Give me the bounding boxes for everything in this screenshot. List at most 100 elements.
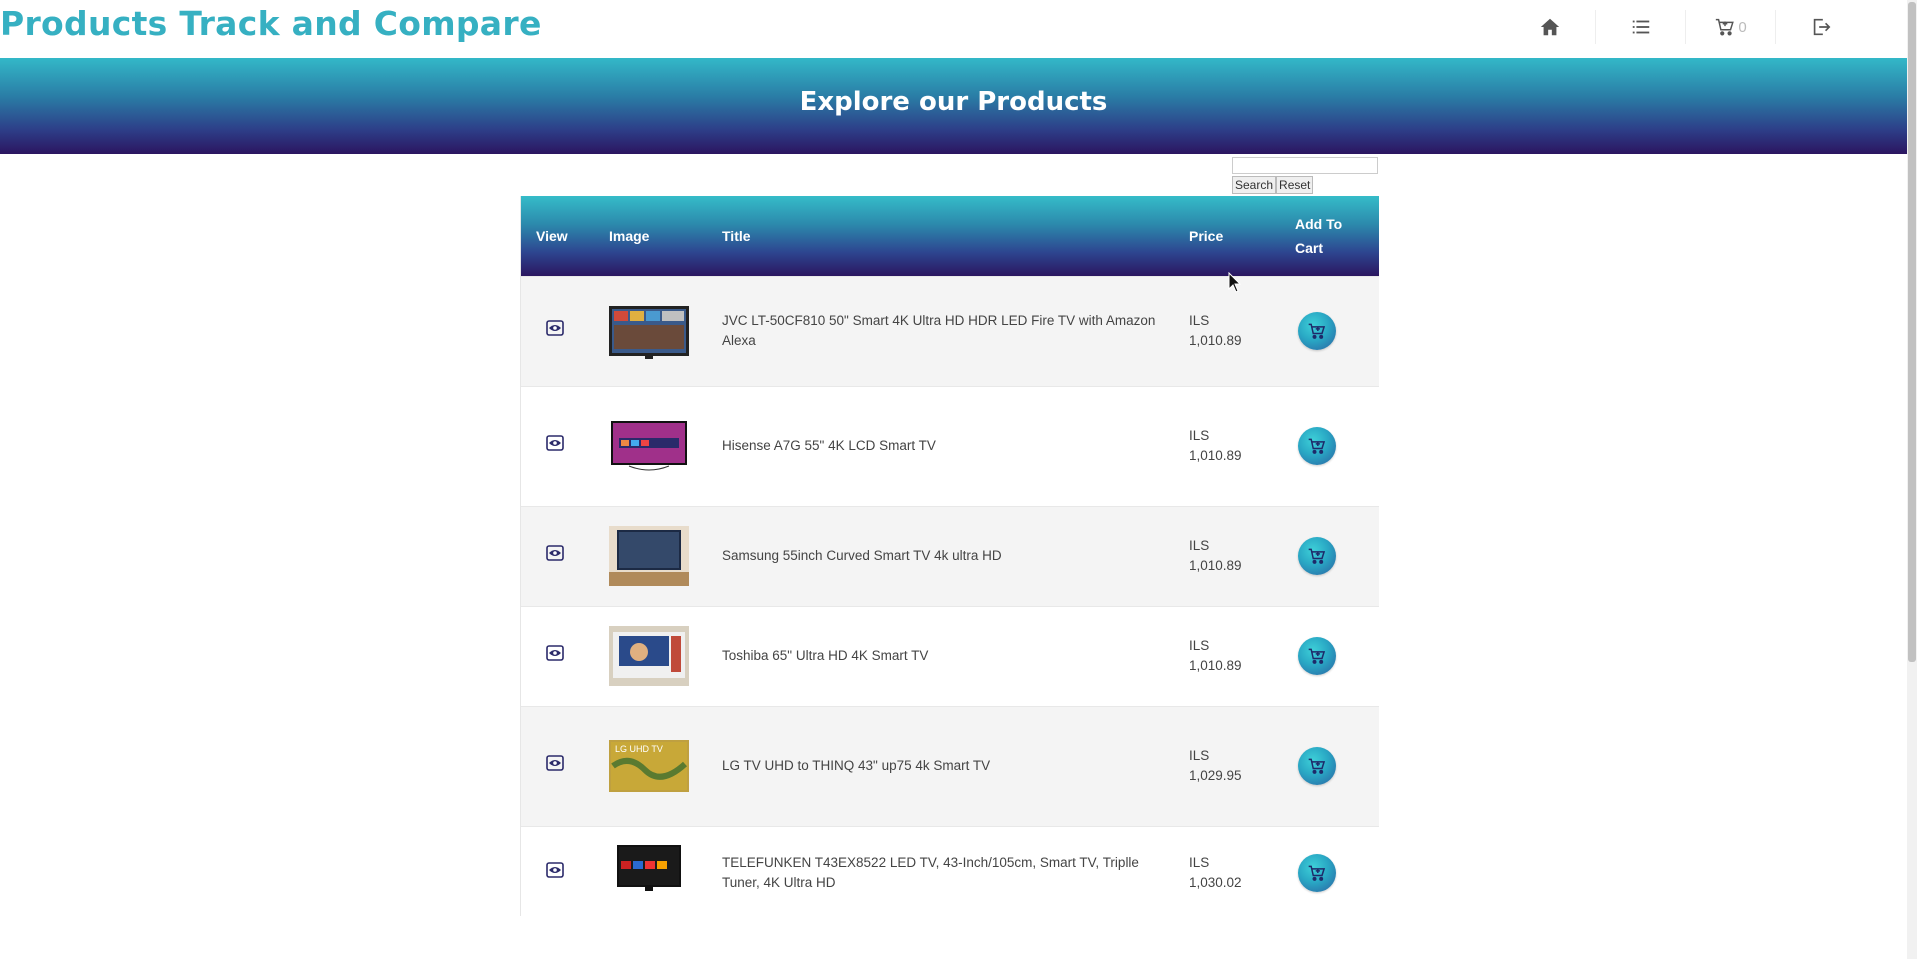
view-cell	[521, 706, 609, 826]
add-to-cart-cell	[1295, 606, 1379, 706]
price-currency: ILS	[1189, 313, 1210, 328]
header-add-to-cart: Add To Cart	[1295, 196, 1379, 276]
view-eye-icon[interactable]	[546, 862, 564, 879]
add-cart-icon	[1308, 648, 1326, 664]
product-image	[609, 626, 689, 686]
add-cart-icon	[1308, 865, 1326, 882]
header-image: Image	[609, 227, 650, 244]
price-currency: ILS	[1189, 538, 1210, 553]
view-eye-icon[interactable]	[546, 645, 564, 661]
image-cell: LG UHD TV	[609, 706, 722, 826]
scrollbar-thumb[interactable]	[1908, 2, 1916, 662]
image-cell	[609, 386, 722, 506]
view-eye-icon[interactable]	[546, 545, 564, 561]
header-cart-line2: Cart	[1295, 239, 1324, 256]
add-to-cart-button[interactable]	[1298, 637, 1336, 675]
product-title: TELEFUNKEN T43EX8522 LED TV, 43-Inch/105…	[722, 855, 1139, 891]
product-image	[617, 845, 681, 892]
table-row: Hisense A7G 55" 4K LCD Smart TV ILS 1,010…	[521, 386, 1379, 506]
add-cart-icon	[1308, 323, 1326, 339]
product-image	[609, 306, 689, 359]
product-title: LG TV UHD to THINQ 43" up75 4k Smart TV	[722, 758, 991, 773]
nav-icons: 0	[1505, 10, 1865, 44]
image-cell	[609, 506, 722, 606]
product-image	[609, 526, 689, 586]
image-cell	[609, 826, 722, 920]
add-to-cart-button[interactable]	[1298, 854, 1336, 893]
table-row: LG UHD TV LG TV UHD to THINQ 43" up75 4k…	[521, 706, 1379, 826]
view-cell	[521, 276, 609, 386]
product-title: Samsung 55inch Curved Smart TV 4k ultra …	[722, 548, 1002, 563]
image-cell	[609, 276, 722, 386]
add-to-cart-button[interactable]	[1298, 312, 1336, 350]
add-cart-icon	[1308, 758, 1326, 774]
reset-button[interactable]: Reset	[1276, 175, 1314, 194]
page-scrollbar[interactable]	[1907, 0, 1917, 959]
price-currency: ILS	[1189, 428, 1210, 443]
price-cell: ILS 1,010.89	[1189, 386, 1295, 506]
price-cell: ILS 1,029.95	[1189, 706, 1295, 826]
add-to-cart-button[interactable]	[1298, 427, 1336, 465]
hero-banner: Explore our Products	[0, 58, 1907, 154]
mouse-cursor-icon	[1228, 272, 1242, 293]
price-currency: ILS	[1189, 748, 1210, 763]
price-value: 1,029.95	[1189, 768, 1242, 783]
search-input[interactable]	[1232, 156, 1378, 174]
add-to-cart-button[interactable]	[1298, 537, 1336, 575]
price-cell: ILS 1,030.02	[1189, 826, 1295, 920]
header-title: Title	[722, 227, 751, 244]
products-table: View Image Title Price Add To Cart JVC LT…	[520, 196, 1379, 920]
view-eye-icon[interactable]	[546, 435, 564, 451]
cart-icon	[1716, 18, 1735, 36]
brand-title[interactable]: Products Track and Compare	[0, 4, 542, 43]
search-bar: Search Reset	[1232, 155, 1378, 194]
view-cell	[521, 386, 609, 506]
cart-count: 0	[1738, 18, 1747, 36]
price-currency: ILS	[1189, 855, 1210, 871]
page-title: Explore our Products	[799, 87, 1108, 117]
price-value: 1,030.02	[1189, 875, 1242, 891]
price-value: 1,010.89	[1189, 333, 1242, 348]
logout-icon[interactable]	[1775, 10, 1865, 44]
image-cell	[609, 606, 722, 706]
add-cart-icon	[1308, 548, 1326, 564]
view-cell	[521, 506, 609, 606]
table-row: Samsung 55inch Curved Smart TV 4k ultra …	[521, 506, 1379, 606]
add-to-cart-button[interactable]	[1298, 747, 1336, 785]
price-value: 1,010.89	[1189, 558, 1242, 573]
price-cell: ILS 1,010.89	[1189, 276, 1295, 386]
header-cart-line1: Add To	[1295, 215, 1343, 232]
add-to-cart-cell	[1295, 826, 1379, 920]
svg-text:LG UHD TV: LG UHD TV	[615, 744, 663, 754]
add-to-cart-cell	[1295, 706, 1379, 826]
add-to-cart-cell	[1295, 386, 1379, 506]
cart-nav-button[interactable]: 0	[1685, 10, 1775, 44]
table-row: Toshiba 65" Ultra HD 4K Smart TV ILS 1,01…	[521, 606, 1379, 706]
product-title: JVC LT-50CF810 50" Smart 4K Ultra HD HDR…	[722, 313, 1156, 348]
top-navbar: Products Track and Compare 0	[0, 0, 1907, 58]
table-header: View Image Title Price Add To Cart	[521, 196, 1379, 276]
view-eye-icon[interactable]	[546, 755, 564, 771]
view-cell	[521, 606, 609, 706]
add-to-cart-cell	[1295, 506, 1379, 606]
list-icon[interactable]	[1595, 10, 1685, 44]
add-to-cart-cell	[1295, 276, 1379, 386]
header-view: View	[536, 227, 568, 244]
home-icon[interactable]	[1505, 10, 1595, 44]
view-cell	[521, 826, 609, 920]
search-button[interactable]: Search	[1232, 175, 1277, 194]
view-eye-icon[interactable]	[546, 320, 564, 336]
price-cell: ILS 1,010.89	[1189, 606, 1295, 706]
table-row: JVC LT-50CF810 50" Smart 4K Ultra HD HDR…	[521, 276, 1379, 386]
product-title: Hisense A7G 55" 4K LCD Smart TV	[722, 438, 936, 453]
product-image	[611, 421, 687, 471]
price-value: 1,010.89	[1189, 448, 1242, 463]
price-currency: ILS	[1189, 638, 1210, 653]
header-price: Price	[1189, 227, 1224, 244]
price-value: 1,010.89	[1189, 658, 1242, 673]
product-title: Toshiba 65" Ultra HD 4K Smart TV	[722, 648, 929, 663]
price-cell: ILS 1,010.89	[1189, 506, 1295, 606]
product-image: LG UHD TV	[609, 740, 689, 792]
table-row: TELEFUNKEN T43EX8522 LED TV, 43-Inch/105…	[521, 826, 1379, 920]
add-cart-icon	[1308, 438, 1326, 454]
